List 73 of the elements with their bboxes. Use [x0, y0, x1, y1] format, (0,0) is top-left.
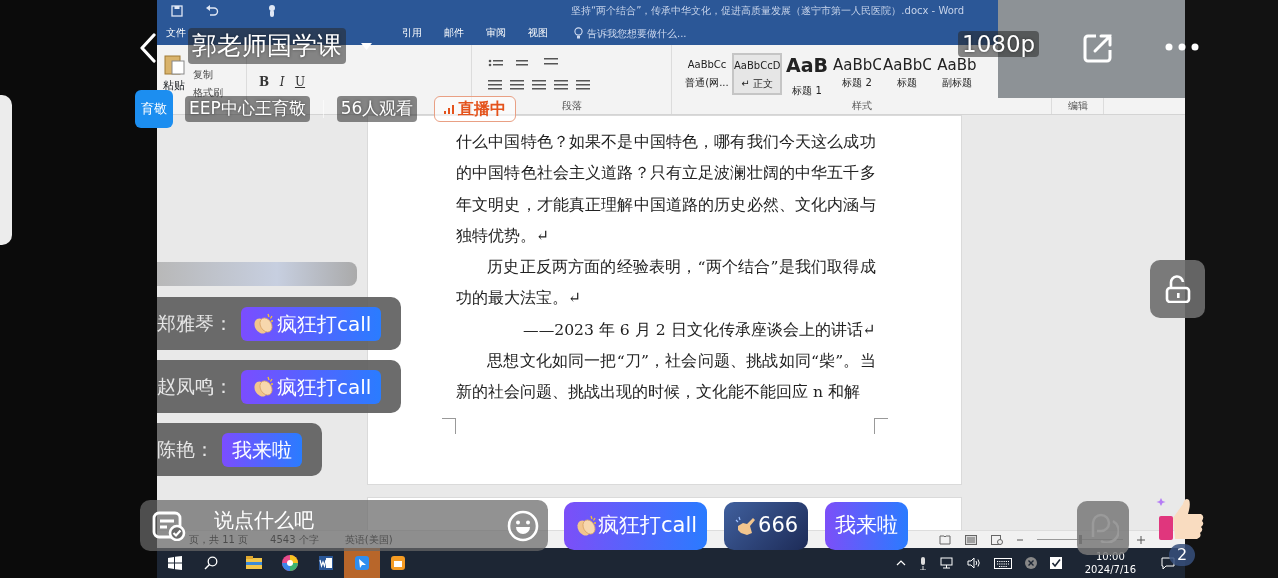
- save-icon[interactable]: [171, 4, 183, 17]
- chat-username: 郑雅琴：: [157, 311, 233, 337]
- more-icon[interactable]: [1165, 43, 1199, 51]
- windows-icon[interactable]: [168, 556, 182, 570]
- briefcase-app-icon[interactable]: [389, 554, 407, 572]
- quick-reply-button[interactable]: 疯狂打call: [564, 502, 708, 550]
- volume-icon[interactable]: [966, 557, 981, 569]
- network-icon[interactable]: [939, 557, 954, 569]
- document-paragraph: ——2023 年 6 月 2 日文化传承座谈会上的讲话↵: [522, 319, 876, 341]
- format-button[interactable]: I: [273, 73, 291, 91]
- copy-button[interactable]: 复制: [193, 67, 223, 82]
- comment-input-field[interactable]: 说点什么吧: [214, 508, 507, 532]
- ribbon-tab[interactable]: 审阅: [478, 21, 514, 45]
- zoom-in-icon[interactable]: [1137, 535, 1145, 544]
- clapping-hands-icon: [574, 514, 598, 538]
- status-text: 页，共 11 页: [189, 533, 249, 547]
- host-name[interactable]: EEP中心王育敬: [185, 96, 310, 122]
- chat-username: 赵凤鸣：: [157, 374, 233, 400]
- chat-reaction-tag: 疯狂打call: [241, 306, 382, 341]
- clock-time[interactable]: 10:00: [1095, 550, 1125, 563]
- ribbon-group-label: 编辑: [1067, 100, 1088, 111]
- keyboard-icon[interactable]: [993, 557, 1012, 569]
- lightbulb-icon: [574, 27, 583, 39]
- tell-me-field[interactable]: 告诉我您想要做什么...: [587, 25, 687, 41]
- unlock-icon: [1163, 275, 1192, 303]
- live-badge: 直播中: [434, 96, 517, 122]
- ribbon-tab[interactable]: 视图: [520, 21, 556, 45]
- color-wheel-icon[interactable]: [281, 554, 299, 572]
- quality-selector[interactable]: 1080p: [958, 31, 1040, 57]
- folder-icon[interactable]: [245, 554, 263, 572]
- search-icon[interactable]: [204, 556, 218, 570]
- document-title: 坚持“两个结合”，传承中华文化，促进高质量发展（遂宁市第一人民医院）.docx - Word: [571, 4, 965, 18]
- chat-username: 陈艳：: [157, 437, 214, 463]
- back-icon[interactable]: [138, 33, 158, 63]
- chevron-up-icon[interactable]: [895, 560, 906, 566]
- quick-reply-button[interactable]: 我来啦: [825, 502, 909, 550]
- signal-bars-icon: [444, 104, 455, 114]
- document-app-icon[interactable]: [317, 554, 335, 572]
- clipboard-icon[interactable]: [163, 53, 185, 75]
- undo-icon[interactable]: [205, 4, 219, 17]
- style-gallery-item[interactable]: AaBbCc 普通(网...: [682, 53, 732, 95]
- ribbon-group-label: 样式: [851, 100, 872, 111]
- print-layout-icon[interactable]: [965, 534, 977, 545]
- share-icon[interactable]: [1082, 32, 1114, 64]
- style-gallery-item[interactable]: AaBbCcD ↵ 正文: [732, 53, 782, 95]
- checkbox-icon[interactable]: [1049, 557, 1062, 569]
- quick-reply-button[interactable]: 666: [724, 502, 809, 550]
- document-paragraph: 什么中国特色？如果不是中国特色，哪有我们今天这么成功的中国特色社会主义道路？只有立足波澜壮阔的中华五千多年文明史，才能真正理解中国道路的历史必然、文化内涵与独特优势。↵: [456, 132, 876, 247]
- format-button[interactable]: U: [291, 73, 309, 91]
- list-check-icon[interactable]: [152, 510, 186, 541]
- ribbon-tab[interactable]: 引用: [394, 21, 430, 45]
- chat-reaction-tag: 疯狂打call: [241, 369, 382, 404]
- clapping-hands-icon: [251, 374, 275, 399]
- clock-date[interactable]: 2024/7/16: [1084, 563, 1136, 576]
- ribbon-group-label: 段落: [561, 100, 582, 111]
- close-circle-icon[interactable]: [1024, 557, 1037, 569]
- chat-reaction-tag: 我来啦: [222, 432, 302, 467]
- margin-corner-mark: [442, 418, 456, 434]
- clapping-hands-icon: [251, 311, 275, 336]
- document-paragraph: 思想文化如同一把“刀”，社会问题、挑战如同“柴”。当新的社会问题、挑战出现的时候，文化能不能回应 n 和解: [456, 351, 876, 404]
- smiley-icon[interactable]: [507, 509, 539, 542]
- lock-button[interactable]: [1150, 260, 1205, 318]
- style-gallery-item[interactable]: AaB 标题 1: [782, 53, 832, 95]
- margin-corner-mark: [874, 418, 888, 434]
- ribbon-tab[interactable]: 邮件: [436, 21, 472, 45]
- viewer-count: 56人观看: [336, 96, 418, 122]
- touch-icon[interactable]: [267, 4, 277, 17]
- format-button[interactable]: B: [255, 73, 273, 91]
- document-paragraph: 历史正反两方面的经验表明，“两个结合”是我们取得成功的最大法宝。↵: [456, 257, 876, 310]
- arrow-app-icon[interactable]: [353, 554, 371, 572]
- microphone-icon[interactable]: [918, 556, 927, 570]
- read-mode-icon[interactable]: [939, 534, 951, 545]
- web-layout-icon[interactable]: [991, 534, 1003, 545]
